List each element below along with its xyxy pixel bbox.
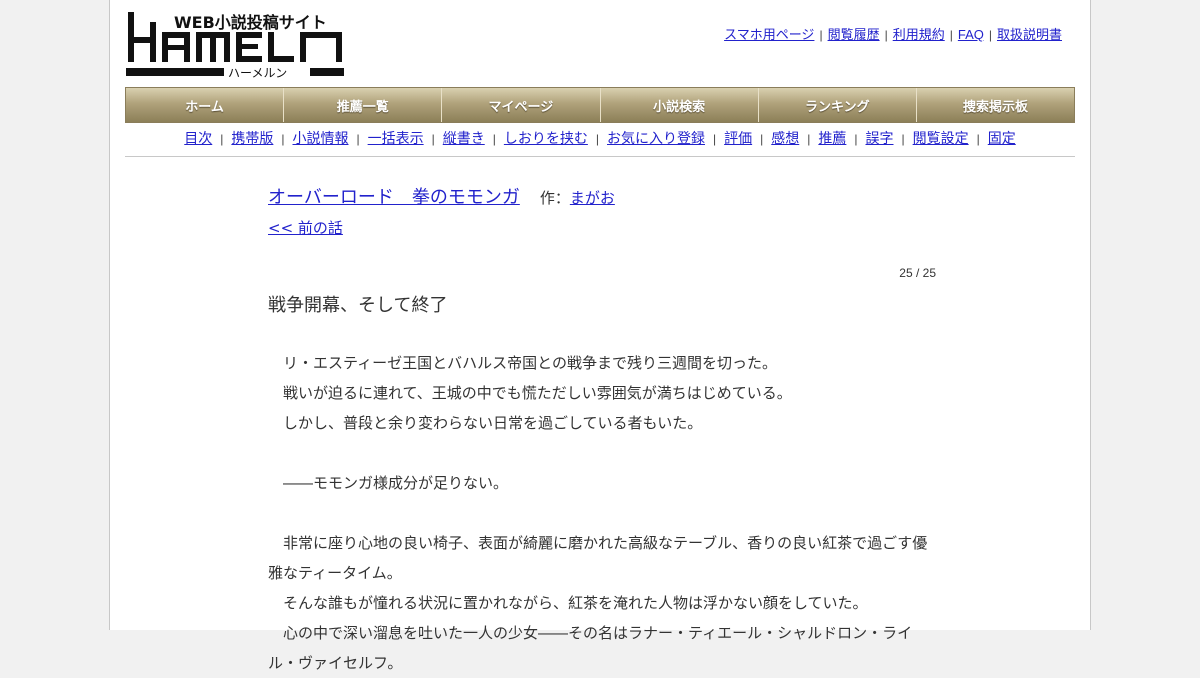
subnav-typo[interactable]: 誤字 [866, 130, 894, 146]
author-prefix: 作： [539, 189, 570, 207]
paragraph: ――モモンガ様成分が足りない。 [268, 474, 509, 492]
author-link[interactable]: まがお [570, 189, 615, 207]
subnav-view-settings[interactable]: 閲覧設定 [913, 130, 969, 146]
logo-tagline: WEB小説投稿サイト [174, 13, 327, 32]
subnav-show-all[interactable]: 一括表示 [368, 130, 424, 146]
nav-mypage[interactable]: マイページ [442, 88, 601, 122]
paragraph: そんな誰もが憧れる状況に置かれながら、紅茶を淹れた人物は浮かない顔をしていた。 [268, 594, 868, 612]
chapter-body: リ・エスティーゼ王国とバハルス帝国との戦争まで残り三週間を切った。 戦いが迫るに… [268, 348, 933, 678]
subnav-rating[interactable]: 評価 [724, 130, 752, 146]
subnav-favorite[interactable]: お気に入り登録 [607, 130, 705, 146]
subnav-toc[interactable]: 目次 [184, 130, 212, 146]
main-nav: ホーム 推薦一覧 マイページ 小説検索 ランキング 捜索掲示板 [125, 87, 1075, 123]
subnav-recommend[interactable]: 推薦 [818, 130, 846, 146]
nav-recommendations[interactable]: 推薦一覧 [284, 88, 443, 122]
faq-link[interactable]: FAQ [958, 27, 984, 42]
terms-link[interactable]: 利用規約 [893, 27, 945, 42]
logo-graphic: WEB小説投稿サイト ハーメルン [126, 12, 344, 80]
subnav-pin[interactable]: 固定 [988, 130, 1016, 146]
logo-kana: ハーメルン [228, 66, 287, 80]
paragraph: 心の中で深い溜息を吐いた一人の少女――その名はラナー・ティエール・シャルドロン・… [268, 624, 913, 672]
nav-search-board[interactable]: 捜索掲示板 [916, 88, 1075, 122]
paragraph: 戦いが迫るに連れて、王城の中でも慌ただしい雰囲気が満ちはじめている。 [268, 384, 792, 402]
paragraph [268, 438, 933, 468]
title-line: オーバーロード 拳のモモンガ 作：まがお [268, 183, 948, 213]
header-links: スマホ用ページ | 閲覧履歴 | 利用規約 | FAQ | 取扱説明書 [724, 27, 1062, 42]
sub-nav: 目次 | 携帯版 | 小説情報 | 一括表示 | 縦書き | しおりを挟む | お気に入り登録 | 評価 | 感… [125, 128, 1075, 157]
paragraph: リ・エスティーゼ王国とバハルス帝国との戦争まで残り三週間を切った。 [268, 354, 777, 372]
novel-title-link[interactable]: オーバーロード 拳のモモンガ [268, 187, 520, 208]
paragraph: しかし、普段と余り変わらない日常を過ごしている者もいた。 [268, 414, 703, 432]
previous-chapter-link[interactable]: << 前の話 [268, 217, 948, 238]
page-container: WEB小説投稿サイト ハーメルン スマホ用ページ | 閲覧履歴 | 利用規約 | FAQ | 取… [109, 0, 1091, 672]
nav-home[interactable]: ホーム [126, 88, 285, 122]
history-link[interactable]: 閲覧履歴 [828, 27, 880, 42]
nav-ranking[interactable]: ランキング [758, 88, 917, 122]
smartphone-page-link[interactable]: スマホ用ページ [724, 27, 814, 42]
chapter-content: オーバーロード 拳のモモンガ 作：まがお << 前の話 25 / 25 戦争開幕、… [268, 183, 948, 672]
subnav-mobile[interactable]: 携帯版 [231, 130, 273, 146]
nav-novel-search[interactable]: 小説検索 [600, 88, 759, 122]
paragraph: 非常に座り心地の良い椅子、表面が綺麗に磨かれた高級なテーブル、香りの良い紅茶で過… [268, 534, 928, 582]
subnav-novel-info[interactable]: 小説情報 [293, 130, 349, 146]
chapter-counter: 25 / 25 [899, 266, 936, 280]
paragraph [268, 498, 933, 528]
subnav-impressions[interactable]: 感想 [771, 130, 799, 146]
hameln-logo[interactable]: WEB小説投稿サイト ハーメルン [126, 10, 346, 80]
manual-link[interactable]: 取扱説明書 [997, 27, 1062, 42]
chapter-title: 戦争開幕、そして終了 [268, 295, 448, 316]
subnav-bookmark[interactable]: しおりを挟む [504, 130, 588, 146]
subnav-vertical[interactable]: 縦書き [443, 130, 485, 146]
